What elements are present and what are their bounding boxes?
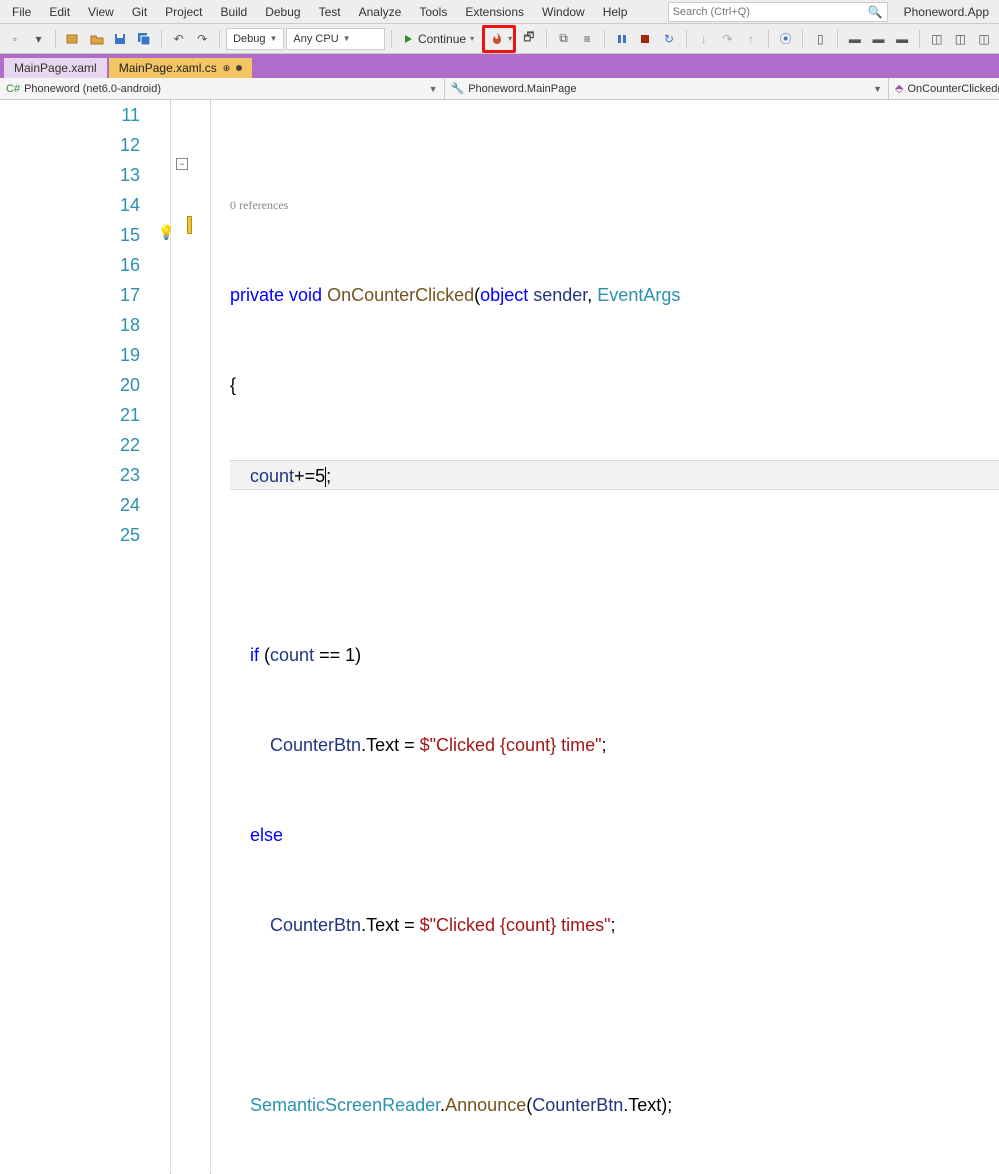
breakpoints-icon[interactable]: ⦿ <box>775 28 797 50</box>
solution-name: Phoneword.App <box>898 5 995 19</box>
window4-icon[interactable]: ◫ <box>926 28 948 50</box>
search-icon: 🔍 <box>868 5 883 19</box>
menu-tools[interactable]: Tools <box>411 3 455 21</box>
menu-debug[interactable]: Debug <box>257 3 308 21</box>
method-icon: ⬘ <box>895 82 903 95</box>
hot-reload-dropdown[interactable]: ▾ <box>508 34 512 43</box>
code-editor[interactable]: 11 12 13 14 15 16 17 18 19 20 21 22 23 2… <box>0 100 999 1174</box>
separator <box>55 30 56 48</box>
line-number: 14 <box>0 190 140 220</box>
tab-label: MainPage.xaml.cs <box>119 61 217 75</box>
line-number: 24 <box>0 490 140 520</box>
line-number: 18 <box>0 310 140 340</box>
line-number: 11 <box>0 100 140 130</box>
crumb-class[interactable]: 🔧 Phoneword.MainPage ▼ <box>445 78 890 99</box>
menu-help[interactable]: Help <box>595 3 636 21</box>
menu-edit[interactable]: Edit <box>41 3 78 21</box>
pause-icon[interactable] <box>611 28 633 50</box>
line-number: 25 <box>0 520 140 550</box>
undo-icon[interactable]: ↶ <box>168 28 190 50</box>
dirty-indicator-icon <box>236 65 242 71</box>
stack-icon[interactable]: ≡ <box>576 28 598 50</box>
redo-icon[interactable]: ↷ <box>191 28 213 50</box>
class-icon: 🔧 <box>451 82 465 95</box>
window6-icon[interactable]: ◫ <box>973 28 995 50</box>
search-box[interactable]: 🔍 <box>668 2 888 22</box>
codelens-references[interactable]: 0 references <box>230 190 999 220</box>
separator <box>219 30 220 48</box>
separator <box>546 30 547 48</box>
line-number: 13 <box>0 160 140 190</box>
crumb-project-label: Phoneword (net6.0-android) <box>24 83 161 95</box>
open-file-icon[interactable] <box>86 28 108 50</box>
process-icon[interactable]: 🗗 <box>518 28 540 50</box>
menu-file[interactable]: File <box>4 3 39 21</box>
layout-icon[interactable]: ▯ <box>809 28 831 50</box>
nav-crumb-bar: C# Phoneword (net6.0-android) ▼ 🔧 Phonew… <box>0 78 999 100</box>
config-dropdown[interactable]: Debug▼ <box>226 28 284 50</box>
step-into-icon[interactable]: ↓ <box>693 28 715 50</box>
separator <box>391 30 392 48</box>
menu-window[interactable]: Window <box>534 3 593 21</box>
line-number: 15 <box>0 220 140 250</box>
separator <box>161 30 162 48</box>
separator <box>768 30 769 48</box>
document-tabs: MainPage.xaml MainPage.xaml.cs ⊕ <box>0 54 999 78</box>
crumb-method[interactable]: ⬘ OnCounterClicked(ob <box>889 78 999 99</box>
menu-project[interactable]: Project <box>157 3 210 21</box>
save-all-icon[interactable] <box>133 28 155 50</box>
toolbar: ◦ ▾ ↶ ↷ Debug▼ Any CPU▼ Continue▾ ▾ 🗗 ⧉ … <box>0 24 999 54</box>
separator <box>837 30 838 48</box>
line-number: 12 <box>0 130 140 160</box>
line-number: 20 <box>0 370 140 400</box>
menu-bar: File Edit View Git Project Build Debug T… <box>0 0 999 24</box>
continue-button[interactable]: Continue▾ <box>398 28 480 50</box>
hot-reload-button[interactable] <box>486 28 508 50</box>
new-project-icon[interactable] <box>62 28 84 50</box>
line-number: 21 <box>0 400 140 430</box>
menu-view[interactable]: View <box>80 3 122 21</box>
platform-dropdown[interactable]: Any CPU▼ <box>286 28 385 50</box>
stop-icon[interactable] <box>635 28 657 50</box>
menu-test[interactable]: Test <box>311 3 349 21</box>
csharp-project-icon: C# <box>6 83 20 95</box>
menu-build[interactable]: Build <box>213 3 256 21</box>
tab-mainpage-xaml[interactable]: MainPage.xaml <box>4 58 107 78</box>
line-number: 17 <box>0 280 140 310</box>
separator <box>604 30 605 48</box>
line-gutter: 11 12 13 14 15 16 17 18 19 20 21 22 23 2… <box>0 100 170 1174</box>
menu-git[interactable]: Git <box>124 3 155 21</box>
window3-icon[interactable]: ▬ <box>891 28 913 50</box>
restart-icon[interactable]: ↻ <box>658 28 680 50</box>
hot-reload-highlight: ▾ <box>482 25 516 53</box>
separator <box>686 30 687 48</box>
chevron-down-icon: ▼ <box>429 84 438 94</box>
search-input[interactable] <box>673 6 868 18</box>
window5-icon[interactable]: ◫ <box>950 28 972 50</box>
line-number: 22 <box>0 430 140 460</box>
nav-fwd-button[interactable]: ▾ <box>28 28 50 50</box>
nav-back-button[interactable]: ◦ <box>4 28 26 50</box>
code-area[interactable]: 0 references private void OnCounterClick… <box>170 100 999 1174</box>
window2-icon[interactable]: ▬ <box>868 28 890 50</box>
step-out-icon[interactable]: ↑ <box>740 28 762 50</box>
tab-mainpage-xaml-cs[interactable]: MainPage.xaml.cs ⊕ <box>109 58 253 78</box>
chevron-down-icon: ▼ <box>873 84 882 94</box>
step-over-icon[interactable]: ↷ <box>717 28 739 50</box>
pin-icon[interactable]: ⊕ <box>223 63 231 74</box>
window1-icon[interactable]: ▬ <box>844 28 866 50</box>
menu-analyze[interactable]: Analyze <box>351 3 410 21</box>
crumb-project[interactable]: C# Phoneword (net6.0-android) ▼ <box>0 78 445 99</box>
separator <box>802 30 803 48</box>
crumb-method-label: OnCounterClicked(ob <box>907 83 999 95</box>
separator <box>919 30 920 48</box>
line-number: 16 <box>0 250 140 280</box>
crumb-class-label: Phoneword.MainPage <box>468 83 576 95</box>
line-number: 19 <box>0 340 140 370</box>
line-number: 23 <box>0 460 140 490</box>
save-icon[interactable] <box>110 28 132 50</box>
thread-icon[interactable]: ⧉ <box>553 28 575 50</box>
menu-extensions[interactable]: Extensions <box>457 3 532 21</box>
